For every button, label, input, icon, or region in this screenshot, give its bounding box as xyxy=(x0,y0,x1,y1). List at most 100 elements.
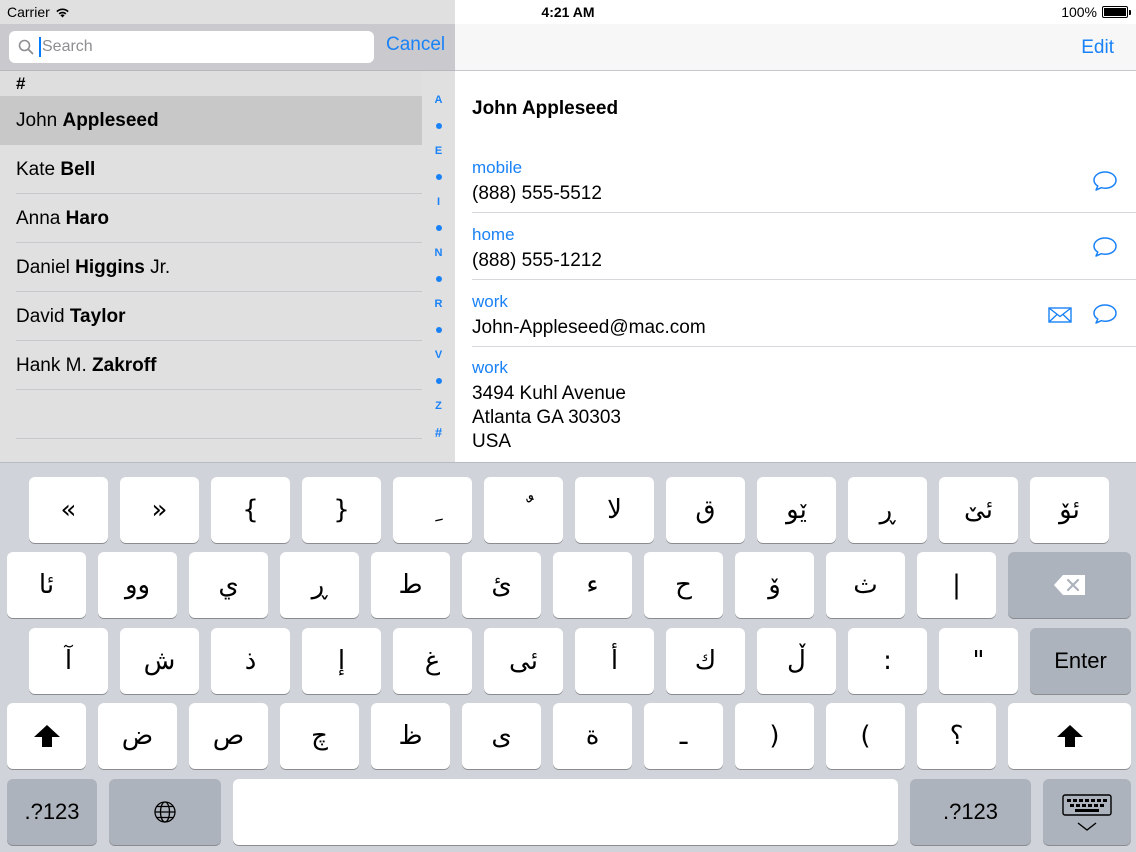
index-letter[interactable]: R xyxy=(435,292,443,318)
key[interactable]: ؟ xyxy=(917,703,996,769)
index-letter[interactable]: Z xyxy=(435,394,442,420)
key[interactable]: ِ xyxy=(393,477,472,543)
shift-key[interactable] xyxy=(1008,703,1131,769)
cancel-button[interactable]: Cancel xyxy=(386,34,445,56)
search-input[interactable] xyxy=(42,38,342,56)
section-index[interactable]: A E I N R V Z # xyxy=(422,88,455,448)
index-letter[interactable]: I xyxy=(437,190,440,216)
key[interactable]: ئێ xyxy=(939,477,1018,543)
field-label: home xyxy=(472,225,515,244)
contact-row[interactable]: Daniel Higgins Jr. xyxy=(0,243,422,292)
key[interactable]: ئى xyxy=(484,628,563,694)
index-letter[interactable]: E xyxy=(435,139,442,165)
contact-row[interactable]: Anna Haro xyxy=(0,194,422,243)
key[interactable]: ٌ xyxy=(484,477,563,543)
key[interactable]: غ xyxy=(393,628,472,694)
key[interactable]: ڕ xyxy=(280,552,359,618)
index-dot[interactable] xyxy=(435,174,442,181)
mobile-field[interactable]: mobile (888) 555-5512 xyxy=(472,158,1136,206)
key[interactable]: » xyxy=(120,477,199,543)
first-name: John xyxy=(16,110,63,131)
email-field[interactable]: work John-Appleseed@mac.com xyxy=(472,292,1136,340)
key[interactable]: ذ xyxy=(211,628,290,694)
key[interactable]: وو xyxy=(98,552,177,618)
key[interactable]: ح xyxy=(644,552,723,618)
key[interactable]: ـ xyxy=(644,703,723,769)
field-value[interactable]: (888) 555-1212 xyxy=(472,249,1136,273)
message-icon[interactable] xyxy=(1092,303,1118,325)
divider xyxy=(472,346,1136,347)
edit-button[interactable]: Edit xyxy=(1081,37,1114,59)
index-dot[interactable] xyxy=(435,378,442,385)
numbers-key[interactable]: .?123 xyxy=(910,779,1031,845)
dismiss-keyboard-key[interactable] xyxy=(1043,779,1131,845)
key[interactable]: أ xyxy=(575,628,654,694)
index-letter[interactable]: N xyxy=(435,241,443,267)
key[interactable]: } xyxy=(302,477,381,543)
index-dot[interactable] xyxy=(435,327,442,334)
key[interactable]: ق xyxy=(666,477,745,543)
key[interactable]: ة xyxy=(553,703,632,769)
message-icon[interactable] xyxy=(1092,170,1118,192)
battery-icon xyxy=(1102,6,1131,18)
field-value[interactable]: John-Appleseed@mac.com xyxy=(472,316,1136,340)
address-field[interactable]: work 3494 Kuhl Avenue Atlanta GA 30303 U… xyxy=(472,358,1136,454)
index-dot[interactable] xyxy=(435,276,442,283)
index-letter[interactable]: A xyxy=(435,88,443,114)
key[interactable]: ض xyxy=(98,703,177,769)
backspace-key[interactable] xyxy=(1008,552,1131,618)
detail-navbar: Edit xyxy=(455,24,1136,71)
key[interactable]: ظ xyxy=(371,703,450,769)
key[interactable]: | xyxy=(917,552,996,618)
globe-key[interactable] xyxy=(109,779,221,845)
key[interactable]: إ xyxy=(302,628,381,694)
key[interactable]: ڵ xyxy=(757,628,836,694)
contact-row[interactable]: Hank M. Zakroff xyxy=(0,341,422,390)
text-cursor xyxy=(39,37,41,57)
contact-row[interactable]: John Appleseed xyxy=(0,96,422,145)
index-dot[interactable] xyxy=(435,225,442,232)
key[interactable]: ۆ xyxy=(735,552,814,618)
numbers-key[interactable]: .?123 xyxy=(7,779,97,845)
space-key[interactable] xyxy=(233,779,898,845)
index-letter[interactable]: V xyxy=(435,343,442,369)
key[interactable]: « xyxy=(29,477,108,543)
search-field[interactable] xyxy=(9,31,374,63)
key[interactable]: ك xyxy=(666,628,745,694)
key[interactable]: چ xyxy=(280,703,359,769)
contact-row[interactable]: Kate Bell xyxy=(0,145,422,194)
key[interactable]: آ xyxy=(29,628,108,694)
index-dot[interactable] xyxy=(435,123,442,130)
key[interactable]: ) xyxy=(735,703,814,769)
key[interactable]: ى xyxy=(462,703,541,769)
key[interactable]: ئ xyxy=(462,552,541,618)
first-name: Hank M. xyxy=(16,355,93,376)
shift-key[interactable] xyxy=(7,703,86,769)
key[interactable]: ء xyxy=(553,552,632,618)
key[interactable]: ث xyxy=(826,552,905,618)
key[interactable]: ڕ xyxy=(848,477,927,543)
home-field[interactable]: home (888) 555-1212 xyxy=(472,225,1136,273)
status-bar: Carrier 4:21 AM 100% xyxy=(0,0,1136,24)
shift-icon xyxy=(33,725,60,747)
key[interactable]: لا xyxy=(575,477,654,543)
key[interactable]: ئا xyxy=(7,552,86,618)
field-value[interactable]: (888) 555-5512 xyxy=(472,182,1136,206)
mail-icon[interactable] xyxy=(1047,304,1073,326)
key[interactable]: ش xyxy=(120,628,199,694)
key[interactable]: ي xyxy=(189,552,268,618)
key[interactable]: ط xyxy=(371,552,450,618)
key[interactable]: ( xyxy=(826,703,905,769)
contact-row[interactable]: David Taylor xyxy=(0,292,422,341)
key[interactable]: ئۆ xyxy=(1030,477,1109,543)
key[interactable]: : xyxy=(848,628,927,694)
field-value[interactable]: 3494 Kuhl Avenue Atlanta GA 30303 USA xyxy=(472,382,1136,454)
key[interactable]: " xyxy=(939,628,1018,694)
message-icon[interactable] xyxy=(1092,236,1118,258)
enter-key[interactable]: Enter xyxy=(1030,628,1131,694)
key[interactable]: ێو xyxy=(757,477,836,543)
index-letter[interactable]: # xyxy=(435,420,442,446)
field-label: work xyxy=(472,358,508,377)
key[interactable]: { xyxy=(211,477,290,543)
key[interactable]: ص xyxy=(189,703,268,769)
